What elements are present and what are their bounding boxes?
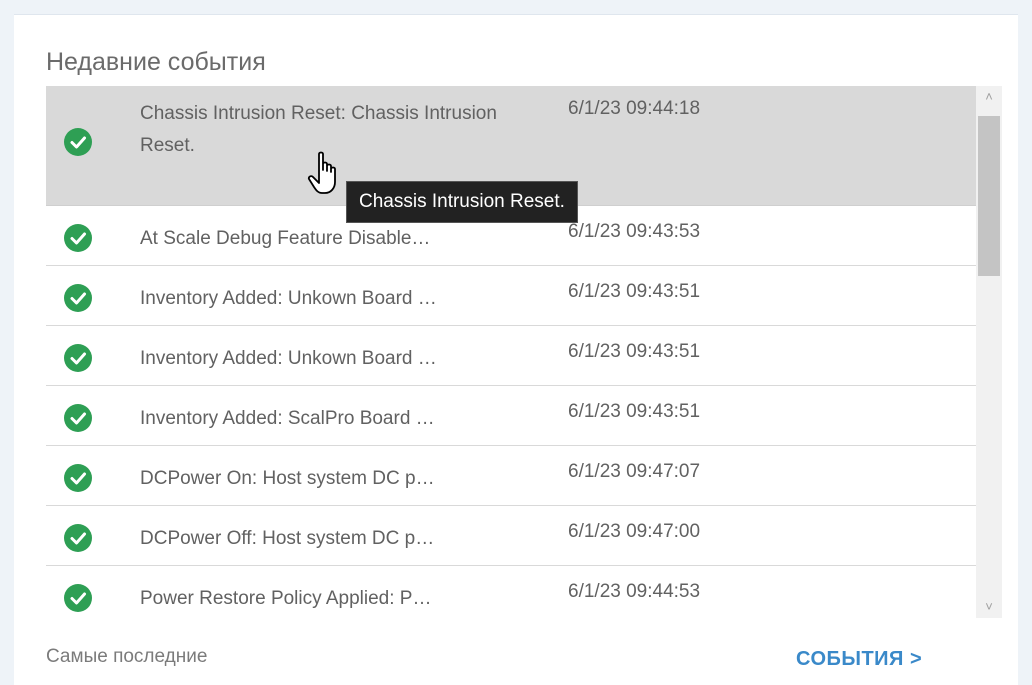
event-message: Inventory Added: ScalPro Board …: [140, 408, 435, 429]
panel-title: Недавние события: [46, 48, 266, 76]
event-time: 6/1/23 09:43:53: [568, 221, 701, 242]
event-row[interactable]: Inventory Added: Unkown Board … 6/1/23 0…: [46, 326, 976, 386]
event-message: Inventory Added: Unkown Board …: [140, 288, 437, 309]
events-list: Chassis Intrusion Reset: Chassis Intrusi…: [46, 86, 976, 618]
check-circle-icon: [64, 128, 92, 156]
chevron-down-icon[interactable]: ˅: [976, 596, 1002, 618]
chevron-up-icon[interactable]: ˄: [976, 86, 1002, 108]
events-link[interactable]: СОБЫТИЯ >: [796, 648, 922, 671]
event-row[interactable]: Power Restore Policy Applied: P… 6/1/23 …: [46, 566, 976, 618]
check-circle-icon: [64, 224, 92, 252]
check-circle-icon: [64, 284, 92, 312]
event-time: 6/1/23 09:44:53: [568, 581, 701, 602]
event-message: DCPower Off: Host system DC p…: [140, 528, 435, 549]
event-message: At Scale Debug Feature Disable…: [140, 228, 431, 249]
event-row[interactable]: DCPower Off: Host system DC p… 6/1/23 09…: [46, 506, 976, 566]
footer-latest-label: Самые последние: [46, 646, 208, 667]
check-circle-icon: [64, 584, 92, 612]
event-time: 6/1/23 09:43:51: [568, 281, 701, 302]
check-circle-icon: [64, 344, 92, 372]
check-circle-icon: [64, 524, 92, 552]
event-row[interactable]: Inventory Added: Unkown Board … 6/1/23 0…: [46, 266, 976, 326]
events-scrollbar[interactable]: ˄ ˅: [976, 86, 1002, 618]
check-circle-icon: [64, 464, 92, 492]
hand-pointer-icon: [307, 151, 336, 194]
event-message: Power Restore Policy Applied: P…: [140, 588, 432, 609]
event-message: Inventory Added: Unkown Board …: [140, 348, 437, 369]
event-row[interactable]: DCPower On: Host system DC p… 6/1/23 09:…: [46, 446, 976, 506]
message-tooltip: Chassis Intrusion Reset.: [346, 181, 578, 223]
event-message: DCPower On: Host system DC p…: [140, 468, 435, 489]
event-time: 6/1/23 09:43:51: [568, 341, 701, 362]
scroll-thumb[interactable]: [978, 116, 1000, 276]
event-time: 6/1/23 09:47:00: [568, 521, 701, 542]
event-row[interactable]: Inventory Added: ScalPro Board … 6/1/23 …: [46, 386, 976, 446]
event-time: 6/1/23 09:44:18: [568, 98, 701, 119]
check-circle-icon: [64, 404, 92, 432]
event-time: 6/1/23 09:47:07: [568, 461, 701, 482]
event-time: 6/1/23 09:43:51: [568, 401, 701, 422]
